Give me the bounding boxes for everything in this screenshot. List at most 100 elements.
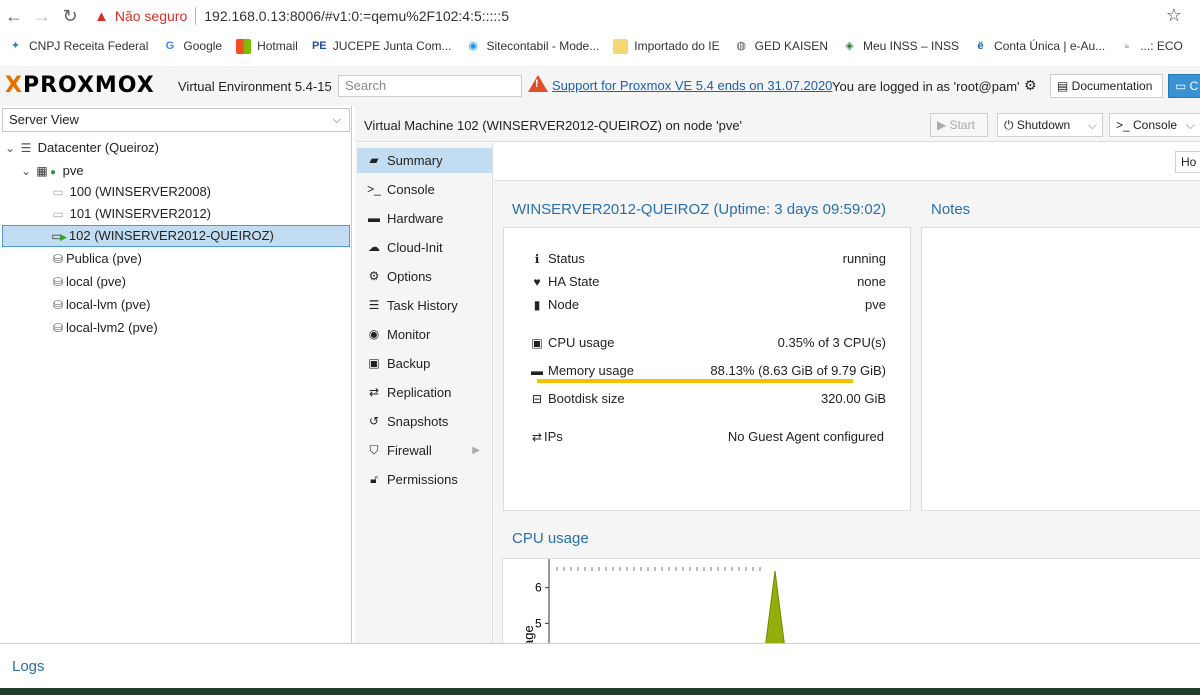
nav-snapshots[interactable]: ↺ Snapshots — [357, 409, 492, 434]
exchange-icon: ⇄ — [531, 430, 543, 444]
storage-label: local-lvm (pve) — [66, 297, 151, 312]
bookmark-item[interactable]: PE JUCEPE Junta Com... — [312, 39, 452, 54]
storage-label: local (pve) — [66, 274, 126, 289]
tree-storage-local[interactable]: ⛁ local (pve) — [2, 271, 350, 293]
logs-panel[interactable]: Logs — [0, 643, 1200, 688]
notes-panel[interactable] — [921, 227, 1200, 511]
create-vm-button[interactable]: ▭ C — [1168, 74, 1200, 98]
y-tick-label: 6 — [535, 581, 542, 595]
nav-replication[interactable]: ⇄ Replication — [357, 380, 492, 405]
console-button[interactable]: >_ Console ⌵ — [1109, 113, 1200, 137]
nav-summary[interactable]: ▰ Summary — [357, 148, 492, 173]
storage-label: local-lvm2 (pve) — [66, 320, 158, 335]
history-icon: ↺ — [368, 414, 380, 428]
support-link[interactable]: Support for Proxmox VE 5.4 ends on 31.07… — [552, 78, 832, 93]
nav-label: Snapshots — [387, 414, 449, 429]
bookmark-item[interactable]: G Google — [162, 39, 222, 54]
start-button[interactable]: ▶ Start — [930, 113, 988, 137]
timeframe-selector[interactable]: Ho — [1175, 151, 1200, 173]
running-icon: ▶ — [60, 232, 67, 242]
tree-vm-102[interactable]: ▭▶ 102 (WINSERVER2012-QUEIROZ) — [2, 225, 350, 247]
nav-label: Monitor — [387, 327, 431, 342]
conta-icon: ë — [977, 39, 984, 52]
logged-in-label: You are logged in as 'root@pam' — [832, 79, 1020, 94]
book-icon: ▤ — [1057, 79, 1072, 93]
summary-content: Ho WINSERVER2012-QUEIROZ (Uptime: 3 days… — [494, 143, 1200, 666]
start-label: Start — [949, 118, 975, 132]
view-label: Server View — [9, 112, 79, 127]
bookmark-item[interactable]: ◉ Sitecontabil - Mode... — [466, 39, 599, 54]
vm-nav: ▰ Summary >_ Console ▬ Hardware ☁ Cloud-Init… — [355, 143, 493, 643]
chevron-down-icon: ⌵ — [1087, 118, 1097, 132]
bookmark-item[interactable]: Hotmail — [236, 38, 298, 54]
nav-monitor[interactable]: ◉ Monitor — [357, 322, 492, 347]
tree-storage-local-lvm[interactable]: ⛁ local-lvm (pve) — [2, 294, 350, 316]
storage-label: Publica (pve) — [66, 251, 142, 266]
monitor-icon: ▭ — [1175, 79, 1190, 93]
vm-icon: ▭ — [52, 185, 64, 199]
ha-value: none — [857, 274, 886, 289]
tree-datacenter[interactable]: ⌄ ☰ Datacenter (Queiroz) — [2, 137, 350, 159]
nav-options[interactable]: ⚙ Options — [357, 264, 492, 289]
status-value: running — [842, 251, 886, 266]
bookmark-item[interactable]: ◍ GED KAISEN — [734, 39, 828, 54]
windows-icon — [236, 38, 252, 54]
nav-task-history[interactable]: ☰ Task History — [357, 293, 492, 318]
bookmark-item[interactable]: ë Conta Única | e-Au... — [973, 39, 1105, 54]
shutdown-label: Shutdown — [1016, 118, 1071, 132]
create-vm-label: C — [1189, 79, 1199, 93]
y-tick-label: 5 — [535, 616, 542, 630]
view-selector[interactable]: Server View ⌵ — [2, 108, 350, 132]
version-label: Virtual Environment 5.4-15 — [178, 79, 332, 94]
tree-storage-local-lvm2[interactable]: ⛁ local-lvm2 (pve) — [2, 317, 350, 339]
sitecontabil-icon: ◉ — [468, 39, 478, 52]
vm-title: Virtual Machine 102 (WINSERVER2012-QUEIR… — [364, 118, 743, 133]
cpu-chart-title: CPU usage — [512, 530, 589, 547]
search-input[interactable]: Search — [338, 75, 522, 97]
nav-cloud-init[interactable]: ☁ Cloud-Init — [357, 235, 492, 260]
bookmark-star-icon[interactable]: ☆ — [1166, 5, 1182, 26]
inss-icon: ◈ — [845, 39, 854, 52]
nav-permissions[interactable]: 🔓︎ Permissions — [357, 467, 492, 492]
bookmark-item[interactable]: Importado do IE — [613, 38, 720, 54]
bookmark-label: Google — [183, 39, 223, 53]
back-icon[interactable]: ← — [0, 6, 28, 27]
tree-vm-100[interactable]: ▭ 100 (WINSERVER2008) — [2, 181, 350, 203]
play-icon: ▶ — [937, 118, 950, 132]
summary-toolbar: Ho — [494, 143, 1200, 181]
bookmark-item[interactable]: ◈ Meu INSS – INSS — [842, 39, 959, 54]
taskbar — [0, 688, 1200, 695]
console-label: Console — [1133, 118, 1178, 132]
shutdown-button[interactable]: ⏻ Shutdown ⌵ — [997, 113, 1103, 137]
bookmark-label: CNPJ Receita Federal — [29, 39, 149, 53]
bootdisk-label: Bootdisk size — [548, 391, 625, 406]
bookmark-item[interactable]: ≡ ...: ECO — [1119, 39, 1183, 54]
collapse-icon: ⌄ — [4, 141, 16, 155]
nav-label: Permissions — [387, 472, 458, 487]
nav-backup[interactable]: ▣ Backup — [357, 351, 492, 376]
tree-node-pve[interactable]: ⌄ ▦ ● pve — [2, 160, 350, 182]
storage-icon: ⛁ — [52, 321, 64, 335]
insecure-label[interactable]: Não seguro — [115, 8, 187, 24]
tree-storage-publica[interactable]: ⛁ Publica (pve) — [2, 248, 350, 270]
reload-icon[interactable]: ↻ — [56, 6, 84, 27]
cpu-usage-spike — [764, 570, 786, 650]
vm-label: 101 (WINSERVER2012) — [69, 206, 211, 221]
bookmark-label: JUCEPE Junta Com... — [332, 39, 452, 53]
notes-panel-title[interactable]: Notes — [931, 201, 970, 218]
documentation-button[interactable]: ▤ Documentation — [1050, 74, 1163, 98]
bookmark-label: Hotmail — [257, 39, 298, 53]
forward-icon[interactable]: → — [28, 6, 56, 27]
bookmark-item[interactable]: ✦ CNPJ Receita Federal — [8, 39, 149, 54]
bookmark-label: Meu INSS – INSS — [862, 39, 960, 53]
nav-label: Task History — [387, 298, 458, 313]
gear-icon[interactable]: ⚙ — [1024, 77, 1037, 94]
nav-console[interactable]: >_ Console — [357, 177, 492, 202]
cpu-icon: ▣ — [531, 336, 543, 350]
list-icon: ☰ — [368, 298, 380, 312]
nav-firewall[interactable]: ⛉ Firewall ▶ — [357, 438, 492, 463]
bootdisk-value: 320.00 GiB — [820, 391, 886, 406]
tree-vm-101[interactable]: ▭ 101 (WINSERVER2012) — [2, 203, 350, 225]
url-field[interactable]: 192.168.0.13:8006/#v1:0:=qemu%2F102:4:5:… — [204, 8, 509, 24]
nav-hardware[interactable]: ▬ Hardware — [357, 206, 492, 231]
